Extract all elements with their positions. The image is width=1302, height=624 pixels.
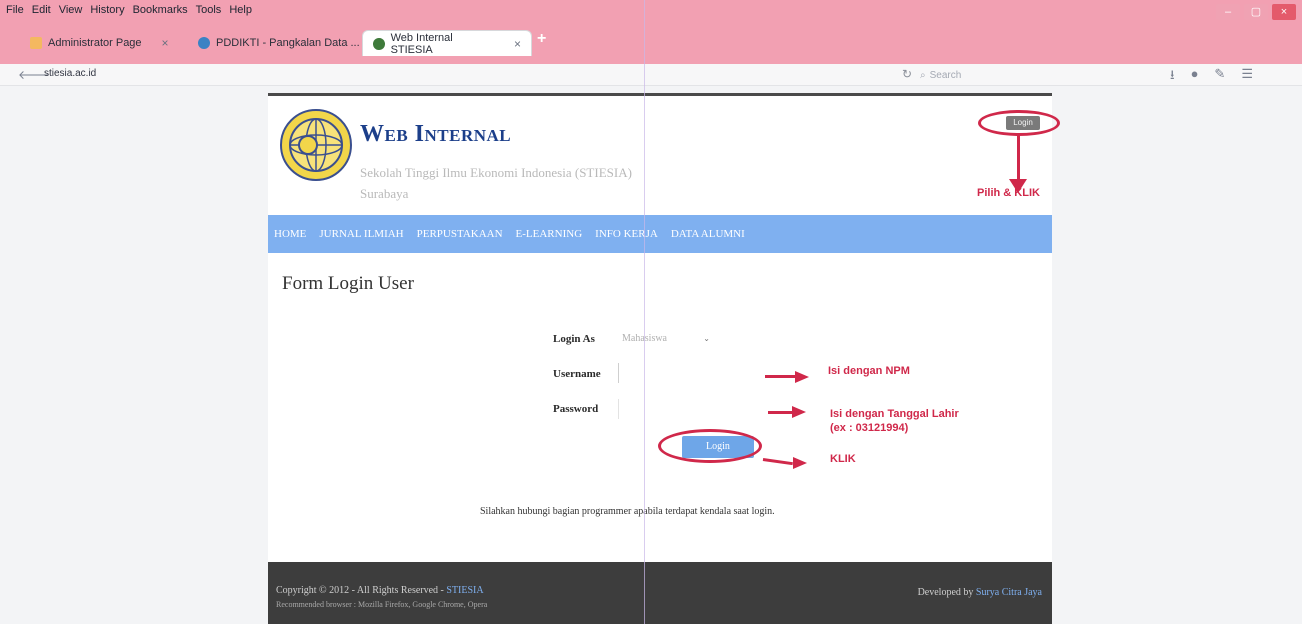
web-page: Web Internal Sekolah Tinggi Ilmu Ekonomi… bbox=[268, 93, 1060, 624]
close-tab-icon[interactable]: × bbox=[514, 37, 521, 51]
username-label: Username bbox=[553, 368, 601, 380]
scan-artifact-line bbox=[644, 0, 645, 624]
stiesia-link[interactable]: STIESIA bbox=[446, 585, 483, 596]
password-input[interactable] bbox=[618, 399, 758, 419]
download-icon[interactable]: ⭳ bbox=[1170, 66, 1175, 88]
tab-favicon-icon bbox=[373, 37, 385, 50]
annotation-password: Isi dengan Tanggal Lahir bbox=[830, 408, 959, 420]
tab-favicon-icon bbox=[198, 37, 210, 49]
tab-label: Web Internal STIESIA bbox=[390, 31, 453, 56]
developer-link[interactable]: Surya Citra Jaya bbox=[976, 587, 1042, 598]
close-window-icon[interactable]: × bbox=[1272, 4, 1296, 20]
annotation-arrow-head bbox=[795, 371, 809, 383]
main-nav: HOME JURNAL ILMIAH PERPUSTAKAAN E-LEARNI… bbox=[268, 215, 1052, 253]
menu-file[interactable]: File bbox=[6, 4, 24, 16]
login-as-label: Login As bbox=[553, 333, 595, 345]
menu-edit[interactable]: Edit bbox=[32, 4, 51, 16]
tab-administrator-page[interactable]: Administrator Page × bbox=[20, 30, 179, 56]
annotation-arrow bbox=[762, 458, 793, 466]
annotation-arrow-head bbox=[793, 457, 807, 469]
annotation-arrow bbox=[765, 375, 797, 378]
tab-favicon-icon bbox=[30, 37, 42, 49]
login-as-select[interactable]: Mahasiswa ⌄ bbox=[618, 329, 714, 347]
site-city: Surabaya bbox=[360, 186, 409, 201]
url-text[interactable]: stiesia.ac.id bbox=[44, 68, 96, 79]
menu-history[interactable]: History bbox=[90, 4, 124, 16]
copyright-text: Copyright © 2012 - All Rights Reserved -… bbox=[276, 585, 484, 596]
annotation-arrow bbox=[768, 411, 794, 414]
tab-strip: Administrator Page × PDDIKTI - Pangkalan… bbox=[0, 22, 1302, 64]
annotation-npm: Isi dengan NPM bbox=[828, 365, 910, 377]
annotation-oval bbox=[978, 110, 1060, 136]
minimize-icon[interactable]: – bbox=[1216, 4, 1240, 20]
extension-icon[interactable]: ✎ bbox=[1214, 66, 1225, 88]
addon-icon[interactable]: ● bbox=[1191, 66, 1199, 88]
nav-info-kerja[interactable]: INFO KERJA bbox=[595, 228, 658, 240]
nav-data-alumni[interactable]: DATA ALUMNI bbox=[671, 228, 745, 240]
recommended-browsers: Recommended browser : Mozilla Firefox, G… bbox=[276, 600, 488, 609]
search-field[interactable]: ⌕ Search bbox=[920, 67, 1008, 83]
tab-web-internal-stiesia[interactable]: Web Internal STIESIA × bbox=[362, 30, 532, 56]
menu-view[interactable]: View bbox=[59, 4, 83, 16]
annotation-password-example: (ex : 03121994) bbox=[830, 422, 909, 434]
tab-label: Administrator Page bbox=[48, 37, 142, 49]
window-controls: – ▢ × bbox=[1216, 4, 1296, 20]
menu-help[interactable]: Help bbox=[229, 4, 252, 16]
annotation-klik: KLIK bbox=[830, 453, 856, 465]
reload-icon[interactable]: ↻ bbox=[902, 67, 912, 81]
address-bar[interactable]: 🡐 stiesia.ac.id ↻ ⌕ Search ⭳ ● ✎ ☰ bbox=[0, 64, 1302, 86]
password-label: Password bbox=[553, 403, 599, 415]
close-tab-icon[interactable]: × bbox=[162, 36, 169, 50]
developer-credit: Developed by Surya Citra Jaya bbox=[917, 587, 1042, 598]
footer: Copyright © 2012 - All Rights Reserved -… bbox=[268, 562, 1052, 624]
toolbar-icons: ⭳ ● ✎ ☰ bbox=[1170, 66, 1253, 88]
menu-bookmarks[interactable]: Bookmarks bbox=[133, 4, 188, 16]
search-icon: ⌕ bbox=[920, 69, 926, 81]
chevron-down-icon: ⌄ bbox=[703, 333, 710, 343]
username-input[interactable] bbox=[618, 363, 758, 383]
nav-e-learning[interactable]: E-LEARNING bbox=[516, 228, 583, 240]
new-tab-icon[interactable]: + bbox=[537, 30, 546, 48]
maximize-icon[interactable]: ▢ bbox=[1244, 4, 1268, 20]
form-title: Form Login User bbox=[282, 273, 414, 294]
annotation-arrow-head bbox=[792, 406, 806, 418]
menu-bar: File Edit View History Bookmarks Tools H… bbox=[0, 0, 300, 20]
tab-label: PDDIKTI - Pangkalan Data ... bbox=[216, 37, 360, 49]
stiesia-logo-icon bbox=[280, 109, 352, 181]
annotation-pilih-klik: Pilih & KLIK bbox=[977, 187, 1040, 199]
top-divider bbox=[268, 93, 1052, 96]
annotation-oval bbox=[658, 429, 762, 463]
nav-jurnal-ilmiah[interactable]: JURNAL ILMIAH bbox=[319, 228, 403, 240]
menu-tools[interactable]: Tools bbox=[196, 4, 222, 16]
annotation-arrow bbox=[1017, 136, 1020, 182]
nav-perpustakaan[interactable]: PERPUSTAKAAN bbox=[417, 228, 503, 240]
site-subtitle: Sekolah Tinggi Ilmu Ekonomi Indonesia (S… bbox=[360, 165, 632, 180]
help-text: Silahkan hubungi bagian programmer apabi… bbox=[480, 506, 775, 517]
menu-icon[interactable]: ☰ bbox=[1241, 66, 1253, 88]
site-title: Web Internal bbox=[360, 121, 512, 147]
nav-home[interactable]: HOME bbox=[274, 228, 306, 240]
